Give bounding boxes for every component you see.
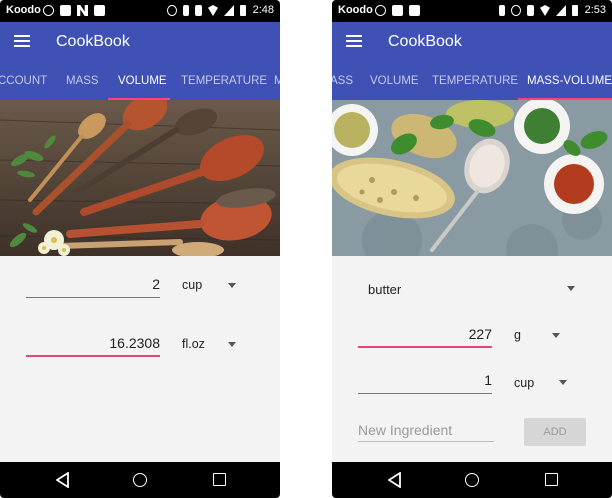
add-button[interactable]: ADD	[524, 418, 586, 446]
tab-temperature[interactable]: TEMPERATURE	[432, 62, 518, 100]
tab-mass[interactable]: MASS	[66, 62, 99, 100]
volume-value: 1	[484, 372, 492, 388]
tab-mass-volume[interactable]: M	[274, 62, 280, 100]
clock: 2:48	[252, 4, 274, 16]
signal-icon	[224, 5, 234, 16]
vibrate-icon	[195, 5, 202, 16]
signal-icon	[556, 5, 566, 16]
mass-value: 227	[468, 326, 492, 342]
bluetooth-icon	[499, 5, 505, 16]
netflix-icon	[77, 5, 88, 16]
recents-square-icon[interactable]	[213, 473, 226, 486]
back-triangle-icon[interactable]	[388, 472, 402, 488]
system-icons	[167, 5, 246, 16]
input-underline	[358, 393, 492, 394]
app-title: CookBook	[388, 33, 462, 50]
battery-icon	[572, 5, 578, 16]
bluetooth-icon	[183, 5, 189, 16]
clock: 2:53	[584, 4, 606, 16]
tab-bar: CCOUNT MASS VOLUME TEMPERATURE M	[0, 62, 280, 100]
spotify-icon	[375, 5, 386, 16]
phone-volume-screen: Koodo 2:48 CookBook CCOUNT MASS VOLUME T…	[0, 0, 280, 498]
app-bar: CookBook	[0, 22, 280, 62]
hero-image-spoons	[0, 100, 280, 256]
ingredient-select[interactable]: butter	[368, 282, 401, 297]
tab-bar: ASS VOLUME TEMPERATURE MASS-VOLUME	[332, 62, 612, 100]
converter-form: 2 cup 16.2308 fl.oz	[0, 256, 280, 462]
hamburger-icon[interactable]	[14, 35, 30, 47]
notification-icons	[375, 5, 420, 16]
status-bar: Koodo 2:53	[332, 0, 612, 22]
carrier-label: Koodo	[338, 4, 373, 16]
dropdown-caret-icon[interactable]	[567, 286, 575, 291]
app-bar: CookBook	[332, 22, 612, 62]
tab-mass[interactable]: ASS	[332, 62, 353, 100]
tab-temperature[interactable]: TEMPERATURE	[181, 62, 267, 100]
dropdown-caret-icon[interactable]	[552, 333, 560, 338]
dropdown-caret-icon[interactable]	[228, 283, 236, 288]
result-value: 16.2308	[109, 335, 160, 351]
unit-select-volume[interactable]: cup	[514, 376, 534, 390]
notification-icons	[43, 5, 105, 16]
dropdown-caret-icon[interactable]	[559, 380, 567, 385]
home-circle-icon[interactable]	[465, 473, 479, 487]
navigation-bar	[332, 462, 612, 498]
wifi-icon	[208, 5, 218, 16]
spotify-icon	[43, 5, 54, 16]
battery-icon	[240, 5, 246, 16]
input-underline-focused	[358, 346, 492, 348]
mass-volume-form: butter 227 g 1 cup New Ingredient ADD	[332, 256, 612, 462]
navigation-bar	[0, 462, 280, 498]
hero-image-bread	[332, 100, 612, 256]
hamburger-icon[interactable]	[346, 35, 362, 47]
home-circle-icon[interactable]	[133, 473, 147, 487]
back-triangle-icon[interactable]	[56, 472, 70, 488]
tab-volume[interactable]: VOLUME	[370, 62, 419, 100]
carrier-label: Koodo	[6, 4, 41, 16]
input-underline-focused	[26, 355, 160, 357]
input-underline	[26, 297, 160, 298]
recents-square-icon[interactable]	[545, 473, 558, 486]
tab-mass-volume[interactable]: MASS-VOLUME	[527, 62, 612, 100]
amount-input[interactable]: 2	[26, 276, 160, 298]
dropdown-caret-icon[interactable]	[228, 342, 236, 347]
result-input[interactable]: 16.2308	[26, 335, 160, 357]
amount-value: 2	[152, 276, 160, 292]
new-ingredient-placeholder: New Ingredient	[358, 422, 453, 438]
tab-volume[interactable]: VOLUME	[118, 62, 167, 100]
wifi-icon	[540, 5, 550, 16]
image-notification-icon	[409, 5, 420, 16]
app-notification-icon	[94, 5, 105, 16]
input-underline	[358, 441, 494, 442]
unit-select-to[interactable]: fl.oz	[182, 337, 205, 351]
youtube-icon	[60, 5, 71, 16]
phone-mass-volume-screen: Koodo 2:53 CookBook ASS VOLUME TEMPERATU…	[332, 0, 612, 498]
status-bar: Koodo 2:48	[0, 0, 280, 22]
data-saver-icon	[511, 5, 521, 16]
unit-select-mass[interactable]: g	[514, 328, 521, 342]
vibrate-icon	[527, 5, 534, 16]
system-icons	[499, 5, 578, 16]
app-title: CookBook	[56, 33, 130, 50]
unit-select-from[interactable]: cup	[182, 278, 202, 292]
data-saver-icon	[167, 5, 177, 16]
new-ingredient-input[interactable]: New Ingredient	[358, 422, 494, 442]
volume-input[interactable]: 1	[358, 372, 492, 394]
youtube-icon	[392, 5, 403, 16]
mass-input[interactable]: 227	[358, 326, 492, 348]
tab-account[interactable]: CCOUNT	[0, 62, 47, 100]
